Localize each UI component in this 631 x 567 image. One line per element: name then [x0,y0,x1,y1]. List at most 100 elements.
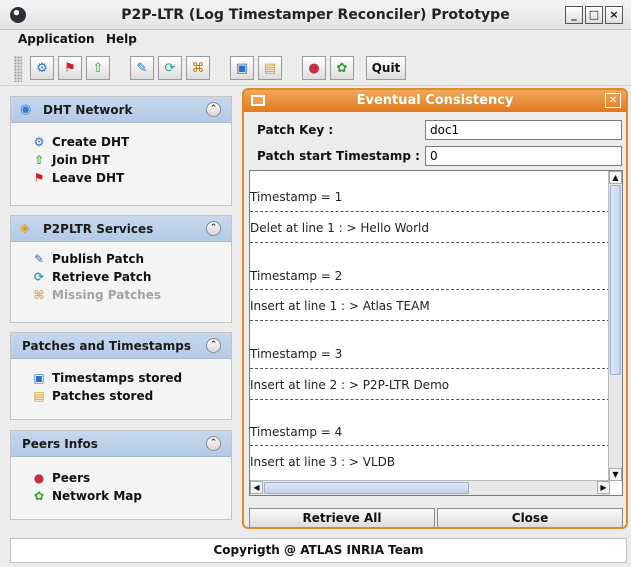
gear-icon: ⚙ [33,135,45,149]
network-map-label: Network Map [52,489,142,503]
dialog-title-bar[interactable]: Eventual Consistency ✕ [244,90,626,112]
menu-bar: Application Help [0,30,631,50]
minimize-button[interactable]: _ [565,6,583,24]
toolbar-timestamps-button[interactable]: ▣ [230,56,254,80]
leave-dht-link[interactable]: ⚑ Leave DHT [31,171,125,185]
close-icon[interactable]: ✕ [605,93,621,108]
calendar-icon: ▣ [235,60,249,76]
patches-panel: Patches and Timestamps ⌃ ▣ Timestamps st… [10,332,232,420]
maximize-button[interactable]: □ [585,6,603,24]
timestamps-stored-label: Timestamps stored [52,371,183,385]
create-dht-link[interactable]: ⚙ Create DHT [31,135,130,149]
toolbar-create-dht-button[interactable]: ⚙ [30,56,54,80]
patch-key-input[interactable] [425,120,622,140]
dialog-title: Eventual Consistency [356,93,514,108]
services-title: P2PLTR Services [43,222,154,236]
log-content[interactable]: Timestamp = 1 Delet at line 1 : > Hello … [250,171,610,481]
vertical-scroll-thumb[interactable] [610,185,621,375]
patch-key-label: Patch Key : [257,123,334,137]
gear-icon: ⚙ [36,60,48,76]
log-text-area[interactable]: Timestamp = 1 Delet at line 1 : > Hello … [249,170,623,496]
retrieve-icon: ⟳ [164,60,176,76]
horizontal-scroll-thumb[interactable] [264,482,469,494]
patches-stored-link[interactable]: ▤ Patches stored [31,389,153,403]
services-icon: ◈ [20,221,30,236]
create-dht-label: Create DHT [52,135,130,149]
publish-patch-link[interactable]: ✎ Publish Patch [31,252,144,266]
timestamps-stored-link[interactable]: ▣ Timestamps stored [31,371,182,385]
eventual-consistency-dialog: Eventual Consistency ✕ Patch Key : Patch… [242,88,628,529]
log-line: Timestamp = 4 [250,425,343,439]
publish-patch-label: Publish Patch [52,252,144,266]
leave-icon: ⚑ [64,60,76,76]
pencil-icon: ✎ [136,60,148,76]
toolbar-publish-patch-button[interactable]: ✎ [130,56,154,80]
close-window-button[interactable]: × [605,6,623,24]
log-separator [250,242,610,243]
log-line: Insert at line 3 : > VLDB [250,455,396,469]
peers-icon: ● [308,60,320,76]
peers-title: Peers Infos [22,437,98,451]
log-separator [250,211,610,212]
log-line: Insert at line 2 : > P2P-LTR Demo [250,378,450,392]
up-arrow-icon: ⇧ [33,153,45,167]
patches-stored-label: Patches stored [52,389,154,403]
missing-patches-link[interactable]: ⌘ Missing Patches [31,288,161,302]
peers-icon: ● [33,471,45,485]
patch-start-timestamp-input[interactable] [425,146,622,166]
toolbar-retrieve-patch-button[interactable]: ⟳ [158,56,182,80]
toolbar-peers-button[interactable]: ● [302,56,326,80]
menu-help[interactable]: Help [106,32,137,46]
peers-label: Peers [52,471,91,485]
missing-icon: ⌘ [33,288,45,302]
quit-button[interactable]: Quit [366,56,406,80]
log-separator [250,289,610,290]
missing-icon: ⌘ [191,60,205,76]
log-separator [250,368,610,369]
network-map-link[interactable]: ✿ Network Map [31,489,142,503]
peers-panel: Peers Infos ⌃ ● Peers ✿ Network Map [10,430,232,520]
scroll-down-icon[interactable]: ▼ [609,468,622,481]
patches-header[interactable]: Patches and Timestamps ⌃ [11,333,231,359]
retrieve-patch-link[interactable]: ⟳ Retrieve Patch [31,270,151,284]
pencil-icon: ✎ [33,252,45,266]
log-separator [250,399,610,400]
log-separator [250,445,610,446]
toolbar: ⚙ ⚑ ⇧ ✎ ⟳ ⌘ ▣ ▤ ● ✿ Quit [0,50,631,86]
vertical-scrollbar[interactable]: ▲ ▼ [608,171,622,481]
horizontal-scrollbar[interactable]: ◀ ▶ [250,480,610,495]
retrieve-all-button[interactable]: Retrieve All [249,508,435,527]
services-header[interactable]: ◈ P2PLTR Services ⌃ [11,216,231,242]
services-panel: ◈ P2PLTR Services ⌃ ✎ Publish Patch ⟳ Re… [10,215,232,323]
join-dht-link[interactable]: ⇧ Join DHT [31,153,110,167]
toolbar-patches-stored-button[interactable]: ▤ [258,56,282,80]
collapse-icon[interactable]: ⌃ [206,436,221,451]
leave-dht-label: Leave DHT [52,171,125,185]
window-title: P2P-LTR (Log Timestamper Reconciler) Pro… [121,7,510,23]
menu-application[interactable]: Application [18,32,95,46]
dht-network-header[interactable]: ◉ DHT Network ⌃ [11,97,231,123]
toolbar-grip[interactable] [14,56,22,82]
join-dht-label: Join DHT [52,153,110,167]
peers-header[interactable]: Peers Infos ⌃ [11,431,231,457]
close-button[interactable]: Close [437,508,623,527]
toolbar-missing-patches-button[interactable]: ⌘ [186,56,210,80]
missing-patches-label: Missing Patches [52,288,162,302]
peers-link[interactable]: ● Peers [31,471,90,485]
note-icon: ▤ [263,60,277,76]
note-icon: ▤ [33,389,45,403]
globe-icon: ◉ [20,102,32,117]
calendar-icon: ▣ [33,371,45,385]
retrieve-icon: ⟳ [33,270,45,284]
network-map-icon: ✿ [33,489,45,503]
collapse-icon[interactable]: ⌃ [206,221,221,236]
scroll-right-icon[interactable]: ▶ [597,481,610,494]
scroll-left-icon[interactable]: ◀ [250,481,263,494]
up-arrow-icon: ⇧ [92,60,104,76]
toolbar-network-map-button[interactable]: ✿ [330,56,354,80]
collapse-icon[interactable]: ⌃ [206,102,221,117]
toolbar-leave-dht-button[interactable]: ⚑ [58,56,82,80]
scroll-up-icon[interactable]: ▲ [609,171,622,184]
toolbar-join-dht-button[interactable]: ⇧ [86,56,110,80]
collapse-icon[interactable]: ⌃ [206,338,221,353]
